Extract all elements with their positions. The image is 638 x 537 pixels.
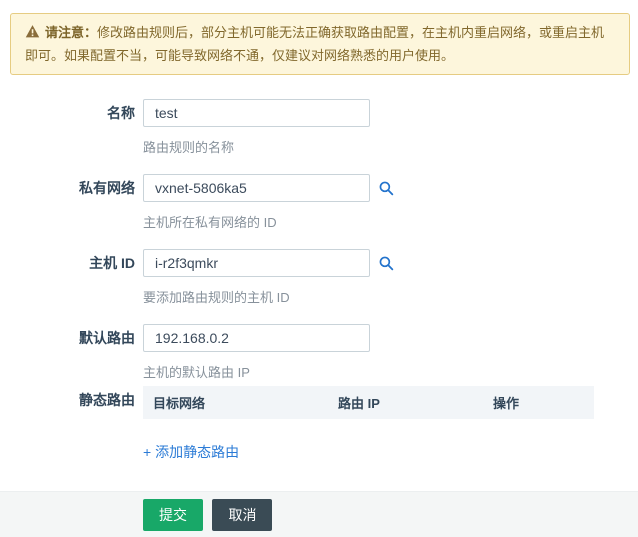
instance-label: 主机 ID (89, 255, 135, 271)
banner-message: 修改路由规则后，部分主机可能无法正确获取路由配置，在主机内重启网络，或重启主机即… (25, 25, 605, 63)
name-input[interactable] (143, 99, 370, 127)
instance-search-button[interactable] (377, 254, 395, 272)
default-route-label: 默认路由 (79, 330, 135, 346)
form-row-name: 名称 路由规则的名称 (0, 99, 638, 155)
name-helper: 路由规则的名称 (143, 140, 235, 155)
instance-input[interactable] (143, 249, 370, 277)
vxnet-label: 私有网络 (79, 180, 135, 196)
static-routes-label: 静态路由 (79, 392, 135, 408)
banner-notice-label: 请注意： (45, 25, 98, 40)
static-routes-table: 目标网络 路由 IP 操作 (143, 386, 594, 419)
vxnet-search-button[interactable] (377, 179, 395, 197)
vxnet-helper: 主机所在私有网络的 ID (143, 215, 277, 230)
static-routes-header-row: 目标网络 路由 IP 操作 (143, 386, 594, 419)
column-header-route-ip: 路由 IP (328, 386, 483, 419)
submit-button[interactable]: 提交 (143, 499, 203, 531)
column-header-destination: 目标网络 (143, 386, 328, 419)
warning-icon (25, 24, 40, 45)
name-label: 名称 (107, 105, 135, 121)
route-rule-form: 名称 路由规则的名称 私有网络 主机所在私有网络的 ID 主机 ID 要添加路由… (0, 99, 638, 462)
vxnet-input[interactable] (143, 174, 370, 202)
search-icon (378, 256, 395, 275)
add-static-route-link[interactable]: + 添加静态路由 (143, 442, 239, 462)
form-row-vxnet: 私有网络 主机所在私有网络的 ID (0, 174, 638, 230)
column-header-actions: 操作 (483, 386, 594, 419)
form-row-default-route: 默认路由 主机的默认路由 IP (0, 324, 638, 380)
form-row-instance: 主机 ID 要添加路由规则的主机 ID (0, 249, 638, 305)
form-row-static-routes: 静态路由 目标网络 路由 IP 操作 + 添加静态路由 (0, 386, 638, 462)
instance-helper: 要添加路由规则的主机 ID (143, 290, 290, 305)
default-route-input[interactable] (143, 324, 370, 352)
default-route-helper: 主机的默认路由 IP (143, 365, 250, 380)
form-action-bar: 提交 取消 (0, 491, 638, 537)
warning-banner: 请注意：修改路由规则后，部分主机可能无法正确获取路由配置，在主机内重启网络，或重… (10, 13, 630, 75)
cancel-button[interactable]: 取消 (212, 499, 273, 531)
search-icon (378, 181, 395, 200)
